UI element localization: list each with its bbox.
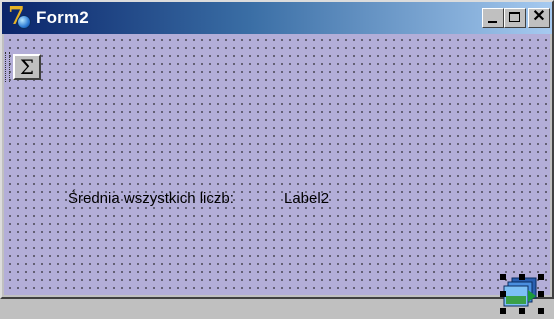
minimize-icon [488, 21, 497, 23]
selection-handle[interactable] [500, 274, 506, 280]
selection-handle[interactable] [538, 274, 544, 280]
average-caption-label[interactable]: Średnia wszystkich liczb: [68, 190, 234, 207]
selection-handle[interactable] [538, 291, 544, 297]
maximize-button[interactable] [504, 8, 526, 28]
selection-handle[interactable] [500, 291, 506, 297]
title-bar[interactable]: 7 Form2 ✕ [2, 2, 552, 34]
selection-handle[interactable] [519, 274, 525, 280]
toolbar-grip[interactable] [5, 52, 10, 82]
delphi-app-icon: 7 [8, 4, 31, 29]
form-window: 7 Form2 ✕ Σ Średnia wszystkich liczb: La… [0, 0, 554, 314]
form-design-surface[interactable]: Σ Średnia wszystkich liczb: Label2 [4, 34, 550, 314]
imagelist-component-icon[interactable] [500, 274, 544, 314]
window-controls: ✕ [482, 8, 550, 28]
sum-button[interactable]: Σ [13, 54, 41, 80]
close-icon: ✕ [532, 8, 546, 25]
maximize-icon [509, 12, 520, 22]
globe-icon [17, 15, 31, 29]
close-button[interactable]: ✕ [528, 8, 550, 28]
selection-handle[interactable] [500, 308, 506, 314]
window-title: Form2 [36, 8, 89, 27]
minimize-button[interactable] [482, 8, 504, 28]
average-value-label[interactable]: Label2 [284, 190, 329, 207]
selection-handle[interactable] [538, 308, 544, 314]
selection-handle[interactable] [519, 308, 525, 314]
